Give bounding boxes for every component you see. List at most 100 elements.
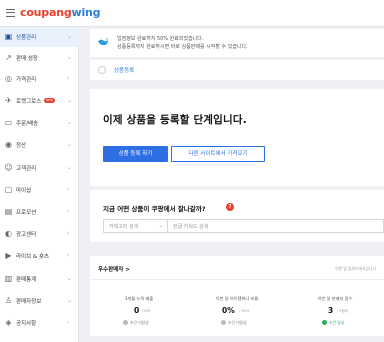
shop-icon: ▢ <box>4 185 13 194</box>
promotion-icon: ▤ <box>4 207 13 216</box>
sidebar-item-rocket-growth[interactable]: ✈ 로켓그로스 NEW ⌄ <box>0 91 79 111</box>
chevron-down-icon: ⌄ <box>67 297 73 304</box>
metric-label: 3개월 누적 매출 <box>124 296 154 301</box>
trend-question: 지금 어떤 상품이 쿠팡에서 잘나갈까? <box>103 205 206 213</box>
metric-value: 3 <box>328 306 334 315</box>
period-note: 이번 달 업로드에서입니다 <box>335 266 376 271</box>
sidebar: ▣ 상품관리 ⌄ ↗ 판매 성장 ⌄ ◎ 가격관리 › ✈ 로켓그로스 NEW … <box>0 27 79 342</box>
sidebar-item-orders-shipping[interactable]: ▭ 주문/배송 ⌄ <box>0 113 79 133</box>
success-dot-icon <box>322 320 327 325</box>
sidebar-item-label: 광고센터 <box>16 232 37 238</box>
chevron-right-icon: › <box>67 208 70 215</box>
chevron-down-icon: ⌄ <box>67 97 73 104</box>
sidebar-item-label: 마이샵 <box>16 188 32 194</box>
step-progress: 상품등록 <box>90 60 384 80</box>
metric-status: 조건 달성 <box>329 320 345 325</box>
step-indicator <box>98 66 106 74</box>
status-dot-icon <box>221 320 226 325</box>
chevron-right-icon: › <box>67 186 70 193</box>
top-bar: coupangwing <box>0 0 384 27</box>
sidebar-item-ad-center[interactable]: ◐ 광고센터 › <box>0 224 79 244</box>
register-product-button[interactable]: 상품 등록 하기 <box>103 146 168 162</box>
trend-search-card: 지금 어떤 상품이 쿠팡에서 잘나갈까? ? 카테고리 검색 ⌄ 한글 키워드 … <box>90 190 384 242</box>
sidebar-item-label: 판매 성장 <box>16 56 38 62</box>
chevron-down-icon: ⌄ <box>67 141 73 148</box>
live-icon: ▶ <box>5 251 12 260</box>
sidebar-item-label: 상품관리 <box>16 35 37 41</box>
menu-icon[interactable] <box>6 9 15 17</box>
new-badge: NEW <box>44 98 55 103</box>
chevron-down-icon: ⌄ <box>158 223 163 229</box>
notice-line-1: 입점정보 완료까지 50% 완료되었습니다. <box>117 36 204 42</box>
category-search-select[interactable]: 카테고리 검색 ⌄ <box>103 219 168 233</box>
price-icon: ◎ <box>5 74 12 83</box>
onboarding-notice: 입점정보 완료까지 50% 완료되었습니다. 상품등록까지 완료하시면 바로 상… <box>90 29 384 57</box>
excellent-seller-link[interactable]: 우수판매자 > <box>98 265 130 273</box>
sidebar-item-label: 가격관리 <box>16 77 37 83</box>
step-label[interactable]: 상품등록 <box>114 66 134 74</box>
metric-item-winner-ratio: 이번 달 아이템위너 비율 0% / 55% 조건 미달성 <box>188 296 286 336</box>
metric-value: 0% <box>222 306 235 315</box>
rocket-icon: ✈ <box>5 96 12 105</box>
sidebar-item-seller-info[interactable]: ♙ 판매자정보 ⌄ <box>0 291 79 311</box>
chevron-right-icon: › <box>67 319 70 326</box>
chevron-right-icon: › <box>67 252 70 259</box>
metric-unit: / 4점이 <box>337 309 349 313</box>
sidebar-item-label: 주문/배송 <box>16 121 39 127</box>
chevron-right-icon: › <box>67 230 70 237</box>
sidebar-item-label: 고객관리 <box>16 166 37 172</box>
trend-up-icon: ↗ <box>5 53 12 62</box>
coupang-wing-logo[interactable]: coupangwing <box>20 6 101 19</box>
sidebar-item-live-shorts[interactable]: ▶ 라이브 & 숏츠 › <box>0 246 79 266</box>
sidebar-item-label: 프로모션 <box>16 210 37 216</box>
metric-unit: / 55% <box>239 309 250 313</box>
sidebar-item-settlement[interactable]: ◉ 정산 ⌄ <box>0 135 79 155</box>
chevron-down-icon: ⌄ <box>67 54 73 61</box>
register-product-card: 이제 상품을 등록할 단계입니다. 상품 등록 하기 다른 사이트에서 가져오기 <box>90 89 384 186</box>
chevron-down-icon: ⌄ <box>67 33 73 40</box>
sidebar-item-notices[interactable]: ◈ 공지사항 › <box>0 313 79 333</box>
sidebar-item-label: 판매자정보 <box>16 299 42 305</box>
settlement-icon: ◉ <box>5 140 12 149</box>
metric-label: 이번 달 아이템위너 비율 <box>215 296 259 301</box>
sidebar-item-label: 판매통계 <box>16 277 37 283</box>
sidebar-item-product-management[interactable]: ▣ 상품관리 ⌄ <box>0 27 79 47</box>
stats-icon: ▥ <box>4 274 13 283</box>
category-search-placeholder: 카테고리 검색 <box>109 224 139 230</box>
metric-status: 조건 미달성 <box>130 320 149 325</box>
page-title: 이제 상품을 등록할 단계입니다. <box>103 114 247 126</box>
import-from-other-site-button[interactable]: 다른 사이트에서 가져오기 <box>171 146 265 162</box>
sidebar-item-price-management[interactable]: ◎ 가격관리 › <box>0 69 79 89</box>
truck-icon: ▭ <box>4 118 13 127</box>
sidebar-item-label: 공지사항 <box>16 321 37 327</box>
sidebar-item-my-shop[interactable]: ▢ 마이샵 › <box>0 180 79 200</box>
chevron-down-icon: ⌄ <box>67 275 73 282</box>
chevron-down-icon: ⌄ <box>67 164 73 171</box>
metric-value: 0 <box>134 306 140 315</box>
sidebar-item-promotion[interactable]: ▤ 프로모션 › <box>0 202 79 222</box>
metric-unit: / 6억 <box>142 309 150 313</box>
sidebar-item-label: 라이브 & 숏츠 <box>16 254 50 260</box>
chevron-down-icon: ⌄ <box>67 119 73 126</box>
excellent-seller-card: 우수판매자 > 이번 달 업로드에서입니다 3개월 누적 매출 0 / 6억 조… <box>90 256 384 336</box>
chevron-right-icon: › <box>67 75 70 82</box>
keyword-search-input[interactable]: 한글 키워드 검색 <box>168 219 384 233</box>
sidebar-item-sales-stats[interactable]: ▥ 판매통계 ⌄ <box>0 269 79 289</box>
metric-seller-score: 이번 달 판매자 점수 3 / 4점이 조건 달성 <box>286 296 384 336</box>
sidebar-item-label: 정산 <box>16 143 27 149</box>
notice-line-2: 상품등록까지 완료하시면 바로 상품판매를 시작할 수 있습니다. <box>117 44 248 50</box>
keyword-search-placeholder: 한글 키워드 검색 <box>173 224 209 230</box>
box-icon: ▣ <box>4 32 13 41</box>
divider <box>90 279 384 280</box>
ad-icon: ◐ <box>5 229 12 238</box>
help-icon[interactable]: ? <box>226 203 234 211</box>
notice-icon: ◈ <box>5 318 12 327</box>
sidebar-item-sales-growth[interactable]: ↗ 판매 성장 ⌄ <box>0 48 79 68</box>
metric-3month-sales: 3개월 누적 매출 0 / 6억 조건 미달성 <box>90 296 188 336</box>
sidebar-item-customer-management[interactable]: ☺ 고객관리 ⌄ <box>0 158 79 178</box>
sidebar-item-label: 로켓그로스 <box>16 99 42 105</box>
metric-label: 이번 달 판매자 점수 <box>317 296 353 301</box>
status-dot-icon <box>123 320 128 325</box>
bird-icon <box>98 38 108 46</box>
customer-icon: ☺ <box>4 163 13 172</box>
